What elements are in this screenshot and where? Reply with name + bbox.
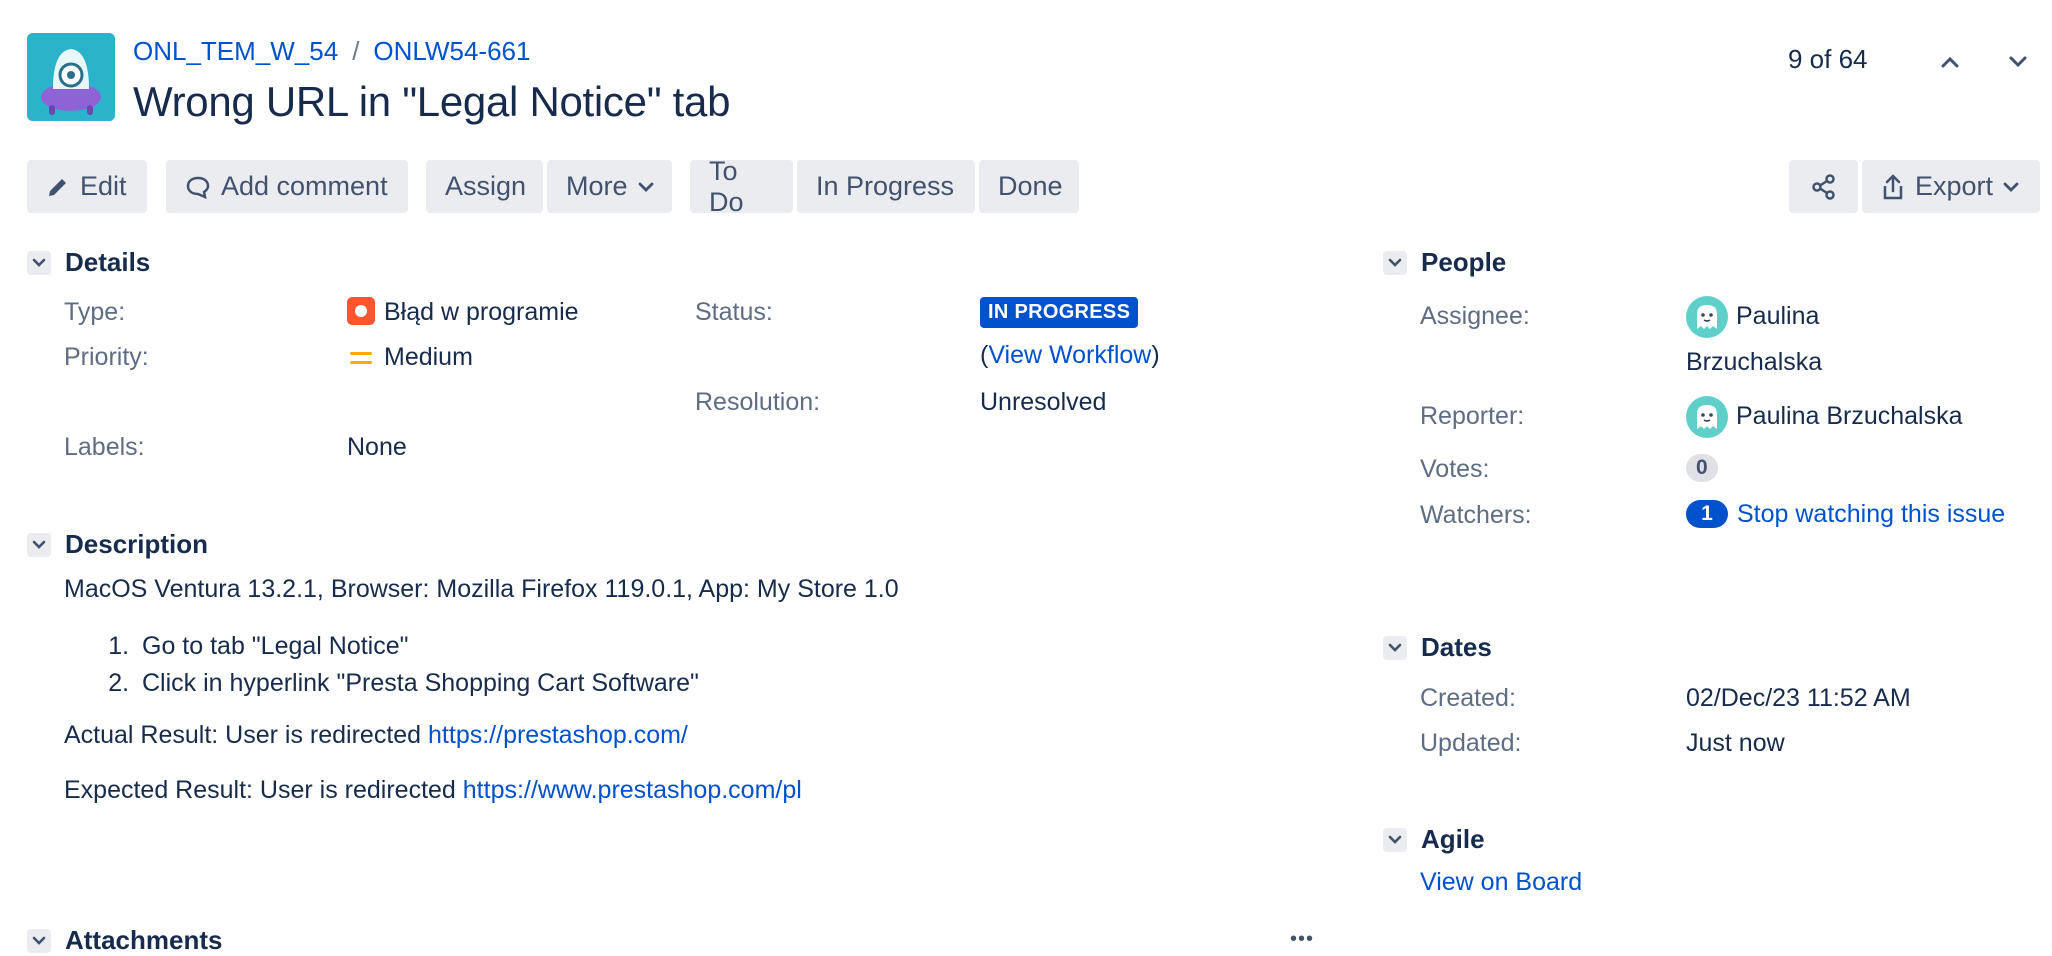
assignee-value-line1[interactable]: Paulina: [1736, 302, 1819, 331]
list-item: Click in hyperlink "Presta Shopping Cart…: [136, 665, 699, 702]
add-comment-button-label: Add comment: [221, 171, 388, 201]
priority-label: Priority:: [64, 343, 149, 371]
actual-result-text: Actual Result: User is redirected: [64, 721, 429, 749]
more-button-label: More: [566, 171, 628, 201]
breadcrumb-issue-link[interactable]: ONLW54-661: [373, 36, 530, 67]
edit-button[interactable]: Edit: [27, 160, 147, 213]
view-workflow: (View Workflow): [980, 341, 1160, 370]
priority-value: Medium: [384, 343, 473, 371]
page-title: Wrong URL in "Legal Notice" tab: [133, 78, 731, 125]
to-do-button[interactable]: To Do: [690, 156, 793, 217]
assignee-value-line2[interactable]: Brzuchalska: [1686, 348, 1822, 377]
project-avatar[interactable]: [27, 33, 115, 121]
export-button-label: Export: [1915, 171, 1994, 201]
breadcrumb-separator: /: [352, 36, 360, 66]
type-label: Type:: [64, 298, 126, 326]
chevron-down-icon[interactable]: [1383, 827, 1407, 852]
comment-icon: [186, 176, 210, 199]
export-icon: [1883, 173, 1903, 199]
chevron-up-icon: [1941, 56, 1959, 68]
done-button-label: Done: [998, 171, 1063, 201]
steps-list: Go to tab "Legal Notice" Click in hyperl…: [108, 628, 699, 702]
description-environment: MacOS Ventura 13.2.1, Browser: Mozilla F…: [64, 575, 899, 603]
next-issue-button[interactable]: [2000, 44, 2036, 80]
dates-heading: Dates: [1421, 632, 1492, 662]
more-button[interactable]: More: [547, 160, 672, 213]
status-badge: IN PROGRESS: [980, 297, 1139, 328]
watchers-label: Watchers:: [1420, 501, 1532, 529]
priority-medium-icon: [349, 347, 373, 374]
ufo-icon: [27, 33, 115, 121]
chevron-down-icon: [2009, 56, 2027, 68]
expected-result-link[interactable]: https://www.prestashop.com/pl: [463, 776, 802, 804]
share-icon: [1811, 173, 1835, 200]
dates-module-header[interactable]: Dates: [1383, 632, 1492, 663]
issue-pager-count: 9 of 64: [1788, 44, 1868, 74]
attachments-more-icon[interactable]: •••: [1290, 928, 1314, 951]
previous-issue-button[interactable]: [1932, 44, 1968, 80]
actual-result: Actual Result: User is redirected https:…: [64, 721, 688, 750]
chevron-down-icon[interactable]: [1383, 635, 1407, 660]
list-item: Go to tab "Legal Notice": [136, 628, 699, 665]
chevron-down-icon[interactable]: [27, 532, 51, 557]
pencil-icon: [49, 178, 66, 196]
view-on-board-link[interactable]: View on Board: [1420, 868, 1582, 897]
watchers-count-badge[interactable]: 1: [1686, 500, 1728, 528]
in-progress-button-label: In Progress: [816, 171, 955, 201]
breadcrumb: ONL_TEM_W_54 / ONLW54-661: [133, 36, 530, 67]
edit-button-label: Edit: [80, 171, 127, 201]
chevron-down-icon[interactable]: [27, 250, 51, 275]
details-heading: Details: [65, 247, 151, 277]
status-label: Status:: [695, 298, 773, 326]
people-module-header[interactable]: People: [1383, 247, 1506, 278]
agile-heading: Agile: [1421, 824, 1485, 854]
resolution-label: Resolution:: [695, 388, 821, 416]
export-button[interactable]: Export: [1862, 160, 2040, 213]
created-label: Created:: [1420, 684, 1516, 712]
avatar: [1686, 296, 1728, 338]
assignee-label: Assignee:: [1420, 302, 1530, 330]
to-do-button-label: To Do: [709, 155, 744, 217]
chevron-down-icon[interactable]: [27, 928, 51, 953]
votes-label: Votes:: [1420, 455, 1490, 483]
reporter-label: Reporter:: [1420, 402, 1525, 430]
attachments-module-header[interactable]: Attachments: [27, 925, 222, 956]
updated-value: Just now: [1686, 729, 1785, 757]
avatar: [1686, 396, 1728, 438]
description-module-header[interactable]: Description: [27, 529, 208, 560]
share-button[interactable]: [1789, 160, 1858, 213]
labels-value: None: [347, 433, 407, 461]
done-button[interactable]: Done: [979, 160, 1079, 213]
chevron-down-icon[interactable]: [1383, 250, 1407, 275]
people-heading: People: [1421, 247, 1507, 277]
labels-label: Labels:: [64, 433, 145, 461]
assign-button[interactable]: Assign: [426, 160, 543, 213]
bug-icon: [347, 297, 375, 325]
stop-watching-link[interactable]: Stop watching this issue: [1737, 500, 2005, 529]
reporter-value[interactable]: Paulina Brzuchalska: [1736, 402, 1963, 431]
add-comment-button[interactable]: Add comment: [166, 160, 408, 213]
actual-result-link[interactable]: https://prestashop.com/: [428, 721, 688, 749]
resolution-value: Unresolved: [980, 388, 1107, 416]
chevron-down-icon: [2003, 182, 2019, 192]
view-workflow-link[interactable]: View Workflow: [988, 341, 1151, 369]
in-progress-button[interactable]: In Progress: [797, 160, 975, 213]
attachments-heading: Attachments: [65, 925, 223, 955]
assign-button-label: Assign: [445, 171, 527, 201]
expected-result: Expected Result: User is redirected http…: [64, 776, 802, 805]
workflow-paren-close: ): [1151, 341, 1160, 369]
type-value: Błąd w programie: [384, 298, 579, 326]
expected-result-text: Expected Result: User is redirected: [64, 776, 463, 804]
agile-module-header[interactable]: Agile: [1383, 824, 1485, 855]
updated-label: Updated:: [1420, 729, 1522, 757]
details-module-header[interactable]: Details: [27, 247, 150, 278]
created-value: 02/Dec/23 11:52 AM: [1686, 684, 1911, 712]
votes-count-badge[interactable]: 0: [1686, 454, 1718, 482]
description-heading: Description: [65, 529, 209, 559]
chevron-down-icon: [638, 182, 653, 192]
breadcrumb-project-link[interactable]: ONL_TEM_W_54: [133, 36, 338, 67]
